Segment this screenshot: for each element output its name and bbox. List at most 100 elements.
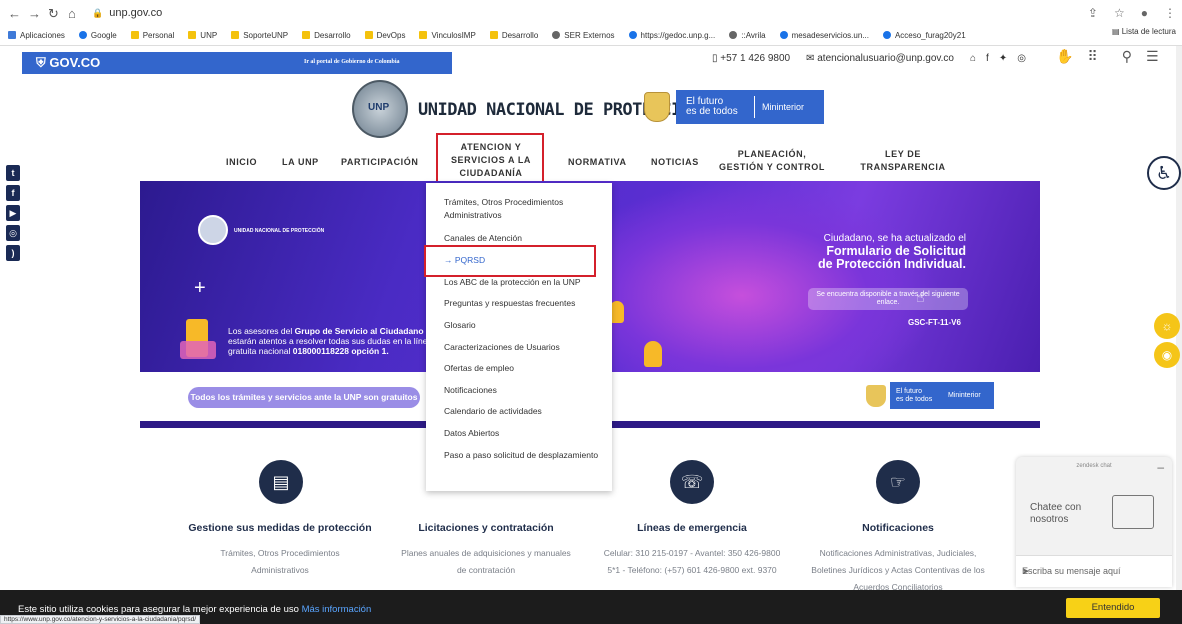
govco-logo[interactable]: ⛨ GOV.CO	[36, 55, 100, 71]
contact-phone[interactable]: ▯ +57 1 426 9800	[712, 53, 790, 64]
bookmark-desarrollo-2[interactable]: Desarrollo	[489, 31, 538, 40]
service-title[interactable]: Licitaciones y contratación	[390, 522, 582, 534]
bookmarks-bar: Aplicaciones Google Personal UNP Soporte…	[0, 27, 1182, 43]
dropdown-item-calendario[interactable]: Calendario de actividades	[444, 405, 604, 418]
back-icon[interactable]: ←	[8, 6, 21, 21]
bookmark-avrila[interactable]: ::Avrila	[729, 31, 766, 40]
bookmark-devops[interactable]: DevOps	[364, 31, 405, 40]
bookmark-apps[interactable]: Aplicaciones	[8, 31, 65, 40]
building-icon[interactable]: ⌂	[970, 53, 976, 64]
menu-dots-icon[interactable]: ⋮	[1164, 6, 1176, 20]
free-services-pill[interactable]: Todos los trámites y servicios ante la U…	[188, 387, 420, 408]
service-title[interactable]: Gestione sus medidas de protección	[180, 522, 380, 534]
nav-normativa[interactable]: NORMATIVA	[568, 156, 627, 169]
dropdown-item-canales[interactable]: Canales de Atención	[444, 232, 604, 245]
dropdown-item-caracterizaciones[interactable]: Caracterizaciones de Usuarios	[444, 341, 604, 354]
minimize-icon[interactable]: –	[1157, 460, 1164, 474]
bookmark-vinculosimp[interactable]: VinculosIMP	[419, 31, 476, 40]
contact-email[interactable]: ✉ atencionalusuario@unp.gov.co	[806, 53, 954, 64]
service-title[interactable]: Notificaciones	[798, 522, 998, 534]
dropdown-item-glosario[interactable]: Glosario	[444, 319, 604, 332]
home-icon[interactable]: ⌂	[68, 6, 76, 21]
plus-icon: +	[194, 277, 206, 299]
youtube-icon[interactable]: ▶	[6, 205, 20, 221]
bookmark-ser-externos[interactable]: SER Externos	[552, 31, 615, 40]
twitter-icon[interactable]: ✦	[999, 53, 1007, 64]
mesa-icon	[779, 31, 788, 39]
nav-la-unp[interactable]: LA UNP	[282, 156, 319, 169]
shield-icon: ⛨	[36, 55, 50, 70]
person-illustration-2	[610, 301, 624, 323]
dropdown-item-empleo[interactable]: Ofertas de empleo	[444, 362, 604, 375]
folder-icon	[231, 31, 240, 39]
banner-code: GSC-FT-11-V6	[908, 318, 961, 327]
cookie-more-info-link[interactable]: Más información	[302, 604, 372, 615]
banner-link-pill[interactable]: Se encuentra disponible a través del sig…	[808, 288, 968, 310]
colombia-shield-icon	[644, 92, 670, 122]
instagram-icon[interactable]: ◎	[1017, 53, 1026, 64]
document-icon[interactable]: ▤	[259, 460, 303, 504]
reading-list-icon: ▤	[1111, 27, 1122, 36]
nav-planeacion[interactable]: PLANEACIÓN, GESTIÓN Y CONTROL	[716, 148, 828, 174]
bookmark-gedoc[interactable]: https://gedoc.unp.g...	[628, 31, 715, 40]
bookmark-soporteunp[interactable]: SoporteUNP	[231, 31, 288, 40]
twitter-icon[interactable]: t	[6, 165, 20, 181]
cookie-accept-button[interactable]: Entendido	[1066, 598, 1160, 618]
nav-ley-transparencia[interactable]: LEY DE TRANSPARENCIA	[856, 148, 950, 174]
bookmark-personal[interactable]: Personal	[130, 31, 174, 40]
reading-list[interactable]: ▤ Lista de lectura	[1112, 27, 1176, 36]
service-desc: Planes anuales de adquisiciones y manual…	[401, 548, 571, 575]
accessibility-icon[interactable]: ♿	[1147, 156, 1181, 190]
nav-noticias[interactable]: NOTICIAS	[651, 156, 699, 169]
chat-widget[interactable]: zendesk chat – Chatee con nosotros Escri…	[1016, 457, 1172, 587]
dropdown-item-datos[interactable]: Datos Abiertos	[444, 427, 604, 440]
bookmark-mesadeservicios[interactable]: mesadeservicios.un...	[779, 31, 869, 40]
braille-icon[interactable]: ⠿	[1087, 48, 1097, 65]
phone-icon[interactable]: ☏	[670, 460, 714, 504]
facebook-icon[interactable]: f	[6, 185, 20, 201]
bookmark-google[interactable]: Google	[78, 31, 117, 40]
bookmark-desarrollo[interactable]: Desarrollo	[302, 31, 351, 40]
reload-icon[interactable]: ↻	[48, 6, 59, 22]
search-icon[interactable]: ⚲	[1122, 48, 1132, 65]
dropdown-item-preguntas[interactable]: Preguntas y respuestas frecuentes	[444, 297, 604, 310]
notification-icon[interactable]: ☞	[876, 460, 920, 504]
service-desc: Celular: 310 215-0197 - Avantel: 350 426…	[603, 548, 781, 575]
rss-icon[interactable]: )	[6, 245, 20, 261]
send-icon[interactable]: ➤	[1022, 566, 1164, 577]
address-bar[interactable]: 🔒 unp.gov.co	[92, 7, 162, 19]
contrast-icon[interactable]: ☼	[1154, 313, 1180, 339]
dropdown-item-notificaciones[interactable]: Notificaciones	[444, 384, 604, 397]
eye-icon[interactable]: ◉	[1154, 342, 1180, 368]
service-title[interactable]: Líneas de emergencia	[592, 522, 792, 534]
hamburger-icon[interactable]: ☰	[1146, 48, 1159, 65]
nav-participacion[interactable]: PARTICIPACIÓN	[341, 156, 418, 169]
unp-seal[interactable]: UNP	[352, 80, 408, 138]
ministry-text: Mininterior	[762, 102, 805, 112]
share-icon[interactable]: ⇪	[1088, 6, 1098, 20]
star-icon[interactable]: ☆	[1114, 6, 1125, 20]
dropdown-item-tramites[interactable]: Trámites, Otros Procedimientos Administr…	[444, 196, 604, 222]
chat-input[interactable]: Escriba su mensaje aquí ➤	[1016, 555, 1172, 587]
govco-portal-link[interactable]: Ir al portal de Gobierno de Colombia	[304, 59, 400, 65]
service-desc: Notificaciones Administrativas, Judicial…	[811, 548, 985, 592]
status-bar-url: https://www.unp.gov.co/atencion-y-servic…	[0, 615, 201, 624]
nav-inicio[interactable]: INICIO	[226, 156, 257, 169]
browser-toolbar: ← → ↻ ⌂ 🔒 unp.gov.co ⇪ ☆ ● ⋮ Aplicaciones…	[0, 0, 1182, 46]
cookie-text: Este sitio utiliza cookies para asegurar…	[18, 604, 372, 615]
lock-icon: 🔒	[92, 8, 104, 18]
dropdown-item-desplazamiento[interactable]: Paso a paso solicitud de desplazamiento	[444, 449, 604, 462]
globe-icon	[729, 31, 738, 39]
globe-icon	[552, 31, 561, 39]
colombia-shield-icon-small	[866, 385, 886, 407]
facebook-icon[interactable]: f	[986, 53, 989, 64]
forward-icon[interactable]: →	[28, 6, 41, 21]
profile-icon[interactable]: ●	[1141, 6, 1148, 20]
sign-language-icon[interactable]: ✋	[1056, 48, 1073, 65]
instagram-icon[interactable]: ◎	[6, 225, 20, 241]
folder-icon	[419, 31, 428, 39]
contact-bar: ▯ +57 1 426 9800 ✉ atencionalusuario@unp…	[712, 50, 1026, 66]
bookmark-unp[interactable]: UNP	[188, 31, 217, 40]
dropdown-item-abc[interactable]: Los ABC de la protección en la UNP	[444, 276, 604, 289]
bookmark-furag[interactable]: Acceso_furag20y21	[882, 31, 966, 40]
